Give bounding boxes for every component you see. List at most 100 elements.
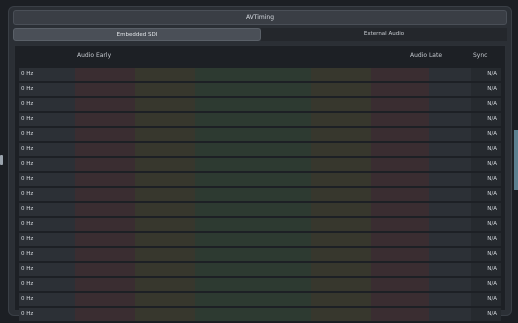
meter-zone-red1 (75, 263, 135, 276)
meter-zone-red2 (371, 218, 429, 231)
meter-zone-red2 (371, 158, 429, 171)
sync-value: N/A (487, 101, 497, 107)
sync-value: N/A (487, 71, 497, 77)
meter-zone-red1 (75, 173, 135, 186)
frequency-value: 0 Hz (21, 281, 34, 287)
sync-value: N/A (487, 116, 497, 122)
meter-zone-red1 (75, 293, 135, 306)
meter-zone-red2 (371, 278, 429, 291)
frequency-value: 0 Hz (21, 86, 34, 92)
meter-zone-red2 (371, 128, 429, 141)
meter-zone-tail (429, 188, 471, 201)
meter-zone-yel2 (311, 83, 371, 96)
sync-value: N/A (487, 296, 497, 302)
meter-row: 0 Hz N/A (19, 188, 501, 201)
tab-external-audio[interactable]: External Audio (261, 28, 507, 41)
meter-zone-red2 (371, 293, 429, 306)
av-timing-panel: AVTiming Embedded SDI External Audio Aud… (8, 6, 512, 321)
meter-zone-tail (429, 83, 471, 96)
meter-zone-yel2 (311, 233, 371, 246)
meter-zone-red1 (75, 218, 135, 231)
meter-zone-red1 (75, 128, 135, 141)
meter-zone-yel2 (311, 248, 371, 261)
timing-meter: Audio Early Audio Late Sync 0 Hz N/A 0 Hz N… (14, 45, 506, 321)
frequency-value: 0 Hz (21, 146, 34, 152)
meter-zone-tail (429, 128, 471, 141)
meter-zone-yel1 (135, 233, 195, 246)
meter-zone-green (195, 83, 311, 96)
meter-zone-tail (429, 218, 471, 231)
meter-zone-yel1 (135, 98, 195, 111)
sync-value: N/A (487, 191, 497, 197)
sync-value: N/A (487, 131, 497, 137)
sync-value: N/A (487, 206, 497, 212)
meter-zone-red1 (75, 188, 135, 201)
sync-value: N/A (487, 236, 497, 242)
meter-row: 0 Hz N/A (19, 203, 501, 216)
meter-zone-green (195, 188, 311, 201)
meter-zone-yel2 (311, 218, 371, 231)
meter-zone-red1 (75, 143, 135, 156)
meter-zone-red1 (75, 98, 135, 111)
meter-zone-yel2 (311, 158, 371, 171)
meter-zone-tail (429, 308, 471, 321)
meter-zone-tail (429, 143, 471, 156)
meter-zone-green (195, 128, 311, 141)
meter-row: 0 Hz N/A (19, 113, 501, 126)
frequency-value: 0 Hz (21, 251, 34, 257)
meter-zone-yel2 (311, 128, 371, 141)
meter-zone-yel2 (311, 173, 371, 186)
sync-value: N/A (487, 311, 497, 317)
meter-zone-red2 (371, 188, 429, 201)
meter-zone-red2 (371, 203, 429, 216)
frequency-value: 0 Hz (21, 191, 34, 197)
meter-zone-yel1 (135, 293, 195, 306)
meter-row: 0 Hz N/A (19, 68, 501, 81)
meter-zone-yel2 (311, 293, 371, 306)
meter-row: 0 Hz N/A (19, 278, 501, 291)
frequency-value: 0 Hz (21, 311, 34, 317)
meter-zone-yel1 (135, 128, 195, 141)
meter-zone-green (195, 113, 311, 126)
meter-zone-tail (429, 68, 471, 81)
meter-zone-red2 (371, 143, 429, 156)
meter-zone-red1 (75, 278, 135, 291)
sync-value: N/A (487, 161, 497, 167)
right-scrollbar[interactable] (514, 130, 518, 190)
meter-row: 0 Hz N/A (19, 83, 501, 96)
meter-zone-tail (429, 203, 471, 216)
meter-zone-yel1 (135, 248, 195, 261)
meter-zone-green (195, 203, 311, 216)
meter-zone-red1 (75, 83, 135, 96)
meter-row: 0 Hz N/A (19, 263, 501, 276)
meter-zone-yel2 (311, 263, 371, 276)
meter-row: 0 Hz N/A (19, 293, 501, 306)
tab-embedded-sdi[interactable]: Embedded SDI (13, 28, 261, 41)
meter-zone-red2 (371, 308, 429, 321)
meter-zone-red1 (75, 68, 135, 81)
meter-zone-yel1 (135, 68, 195, 81)
meter-zone-green (195, 98, 311, 111)
audio-early-label: Audio Early (77, 52, 112, 59)
audio-late-label: Audio Late (410, 52, 443, 59)
frequency-value: 0 Hz (21, 221, 34, 227)
meter-zone-tail (429, 98, 471, 111)
sync-value: N/A (487, 176, 497, 182)
left-resize-handle[interactable] (0, 155, 3, 165)
frequency-value: 0 Hz (21, 101, 34, 107)
meter-zone-yel1 (135, 188, 195, 201)
sync-value: N/A (487, 86, 497, 92)
meter-zone-yel2 (311, 113, 371, 126)
meter-zone-yel1 (135, 83, 195, 96)
meter-zone-tail (429, 248, 471, 261)
meter-zone-red2 (371, 68, 429, 81)
meter-zone-yel1 (135, 113, 195, 126)
sync-value: N/A (487, 266, 497, 272)
meter-zone-green (195, 68, 311, 81)
meter-zone-green (195, 158, 311, 171)
meter-zone-green (195, 173, 311, 186)
frequency-value: 0 Hz (21, 131, 34, 137)
meter-zone-yel1 (135, 263, 195, 276)
meter-row: 0 Hz N/A (19, 233, 501, 246)
meter-zone-yel1 (135, 173, 195, 186)
